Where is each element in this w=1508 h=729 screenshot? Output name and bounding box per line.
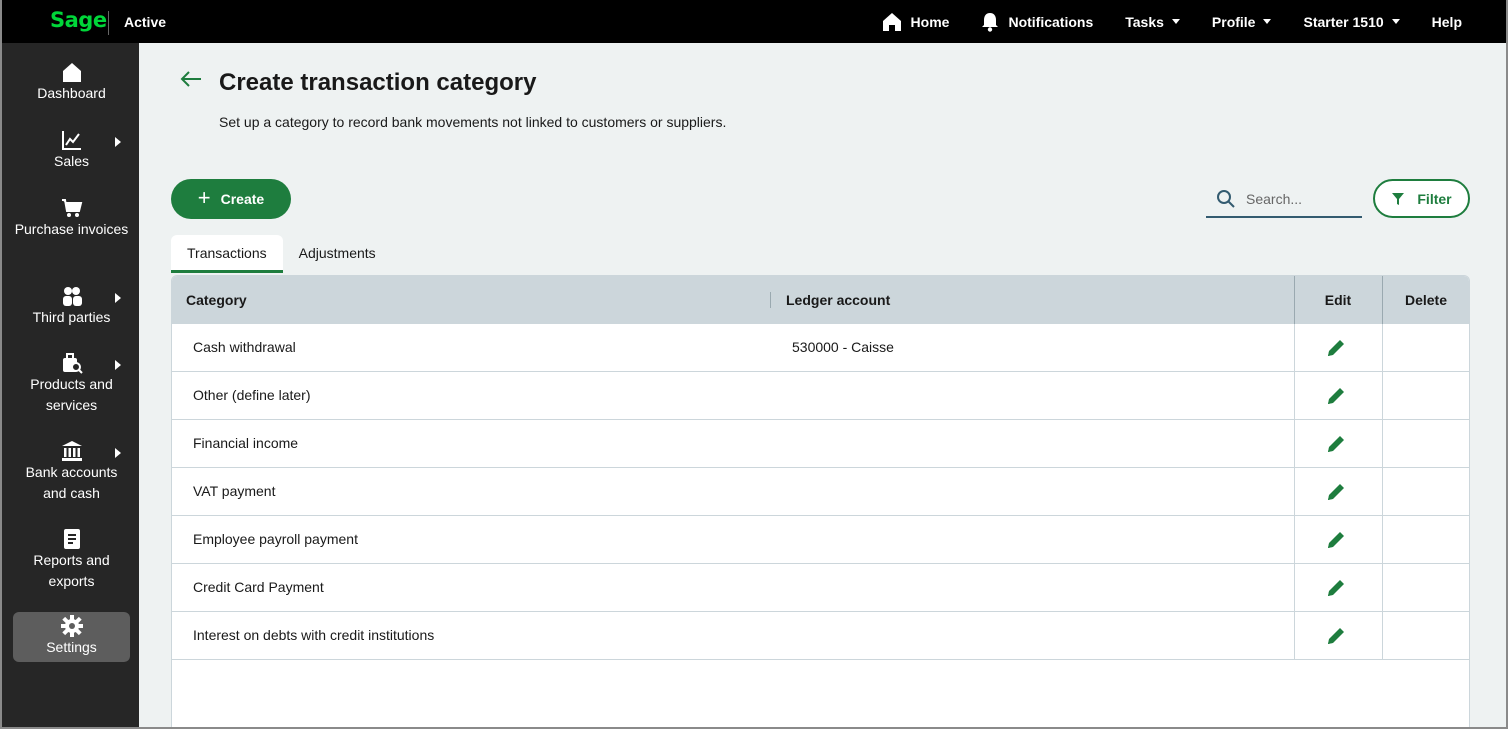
category-cell: Other (define later) [193, 387, 311, 403]
report-icon [63, 529, 80, 549]
sidebar-item-label: Dashboard [37, 85, 106, 101]
pencil-icon[interactable] [1325, 481, 1347, 503]
sidebar-item-settings[interactable]: Settings [13, 612, 130, 662]
page-title: Create transaction category [219, 69, 537, 96]
chevron-right-icon [115, 360, 121, 370]
sidebar-item-label: Third parties [32, 309, 111, 325]
status-label: Active [124, 14, 167, 30]
search-box [1206, 181, 1362, 218]
sidebar-item-bank-accounts[interactable]: Bank accounts and cash [13, 440, 130, 506]
category-cell: Cash withdrawal [193, 339, 296, 355]
chart-line-icon [61, 131, 81, 150]
category-cell: Employee payroll payment [193, 531, 358, 547]
column-divider [770, 292, 771, 308]
box-search-icon [62, 353, 83, 374]
chevron-right-icon [115, 137, 121, 147]
logo-divider [108, 11, 109, 35]
app-window: Sage Active Home Notifications Tasks Pro… [0, 0, 1508, 729]
pencil-icon[interactable] [1325, 625, 1347, 647]
sidebar-item-label: Sales [53, 153, 90, 169]
categories-table: Category Ledger account Edit Delete Cash… [171, 275, 1470, 727]
sidebar-item-purchase-invoices[interactable]: Purchase invoices [13, 197, 130, 263]
users-icon [62, 287, 82, 306]
category-cell: Credit Card Payment [193, 579, 324, 595]
category-cell: Financial income [193, 435, 299, 451]
nav-profile[interactable]: Profile [1212, 14, 1272, 30]
nav-notifications-label: Notifications [1008, 13, 1094, 30]
nav-help-label: Help [1431, 13, 1462, 30]
table-row[interactable]: Credit Card Payment [172, 564, 1469, 612]
filter-icon [1392, 192, 1405, 205]
nav-profile-label: Profile [1211, 13, 1256, 30]
pencil-icon[interactable] [1325, 385, 1347, 407]
sidebar-item-products-and-services[interactable]: Products and services [13, 352, 130, 418]
column-header-ledger[interactable]: Ledger account [786, 276, 890, 324]
pencil-icon[interactable] [1325, 433, 1347, 455]
bell-icon [982, 12, 999, 32]
nav-company-label: Starter 1510 [1303, 13, 1384, 30]
table-row[interactable]: Other (define later) [172, 372, 1469, 420]
nav-tasks[interactable]: Tasks [1125, 14, 1180, 30]
nav-tasks-label: Tasks [1125, 13, 1164, 30]
pencil-icon[interactable] [1325, 529, 1347, 551]
sidebar-item-label: Reports and exports [33, 552, 110, 589]
table-row[interactable]: Cash withdrawal 530000 - Caisse [172, 324, 1469, 372]
chevron-right-icon [115, 293, 121, 303]
column-header-category[interactable]: Category [186, 276, 247, 324]
plus-icon: + [197, 185, 211, 210]
table-row[interactable]: Financial income [172, 420, 1469, 468]
pencil-icon[interactable] [1325, 577, 1347, 599]
tab-adjustments[interactable]: Adjustments [283, 235, 392, 273]
column-header-edit: Edit [1324, 292, 1352, 308]
sidebar-item-third-parties[interactable]: Third parties [13, 285, 130, 331]
top-bar: Sage Active Home Notifications Tasks Pro… [2, 0, 1506, 43]
chevron-down-icon [1171, 19, 1180, 24]
gear-icon [60, 615, 83, 637]
sidebar-item-label: Purchase invoices [14, 221, 129, 237]
nav-company[interactable]: Starter 1510 [1303, 13, 1400, 30]
tab-transactions[interactable]: Transactions [171, 235, 283, 273]
sidebar: Dashboard Sales Purchase invoices Third … [2, 43, 139, 727]
chevron-down-icon [1263, 19, 1272, 24]
bank-icon [61, 441, 82, 461]
table-row[interactable]: Employee payroll payment [172, 516, 1469, 564]
search-input[interactable] [1246, 190, 1356, 207]
column-header-delete: Delete [1404, 292, 1448, 308]
sidebar-item-dashboard[interactable]: Dashboard [13, 61, 130, 107]
table-header: Category Ledger account Edit Delete [172, 276, 1469, 324]
chevron-right-icon [115, 448, 121, 458]
category-cell: VAT payment [193, 483, 276, 499]
nav-home-label: Home [910, 13, 950, 30]
main-content: Create transaction category Set up a cat… [139, 43, 1506, 727]
sidebar-item-label: Products and services [30, 376, 113, 413]
nav-help[interactable]: Help [1432, 14, 1462, 30]
cart-icon [61, 199, 82, 217]
page-subtitle: Set up a category to record bank movemen… [219, 114, 727, 130]
create-button[interactable]: + Create [171, 179, 291, 219]
nav-home[interactable]: Home [882, 12, 950, 32]
nav-notifications[interactable]: Notifications [981, 12, 1093, 32]
top-nav: Home Notifications Tasks Profile Starter… [850, 0, 1462, 43]
create-button-label: Create [220, 191, 265, 207]
sidebar-item-label: Settings [46, 639, 97, 655]
table-row[interactable]: Interest on debts with credit institutio… [172, 612, 1469, 660]
ledger-cell: 530000 - Caisse [792, 339, 894, 355]
sidebar-item-sales[interactable]: Sales [13, 129, 130, 175]
chevron-down-icon [1391, 19, 1400, 24]
sidebar-item-reports-and-exports[interactable]: Reports and exports [13, 528, 130, 594]
filter-button[interactable]: Filter [1373, 179, 1470, 218]
home-icon [62, 63, 81, 82]
table-row[interactable]: VAT payment [172, 468, 1469, 516]
sidebar-item-label: Bank accounts and cash [25, 464, 118, 501]
category-cell: Interest on debts with credit institutio… [193, 627, 435, 643]
pencil-icon[interactable] [1325, 337, 1347, 359]
sage-logo[interactable]: Sage [50, 8, 107, 32]
tab-bar: Transactions Adjustments [171, 235, 392, 273]
back-arrow-icon[interactable] [179, 69, 203, 89]
filter-button-label: Filter [1417, 190, 1452, 207]
home-icon [882, 12, 901, 31]
search-icon [1217, 189, 1235, 208]
